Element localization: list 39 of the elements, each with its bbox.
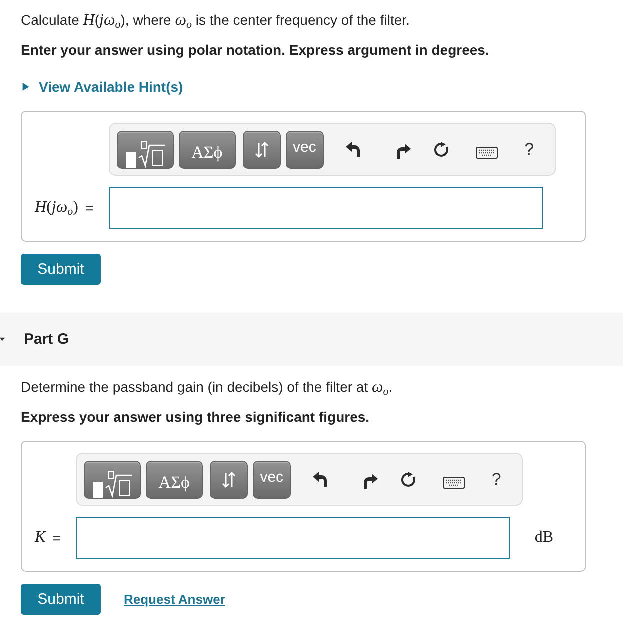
radical-template-icon: [92, 470, 133, 498]
undo-icon[interactable]: [312, 472, 329, 488]
symbols-button[interactable]: ΑΣϕ: [178, 130, 236, 168]
undo-icon[interactable]: [346, 142, 362, 158]
submit-button[interactable]: Submit: [21, 254, 101, 285]
up-down-arrows-icon: [254, 140, 270, 158]
arrows-button[interactable]: [210, 460, 248, 498]
vector-button[interactable]: vec: [252, 460, 291, 498]
radical-template-icon: [126, 140, 166, 168]
redo-icon[interactable]: [394, 144, 411, 160]
question-text: Calculate H(jω$_{o}$), where ω$_{o}$ is the center frequency of the filter.: [21, 11, 410, 31]
arrows-button[interactable]: [242, 130, 281, 168]
help-button[interactable]: ?: [524, 140, 534, 160]
keyboard-icon[interactable]: [476, 146, 498, 158]
answer-input[interactable]: [76, 517, 510, 559]
keyboard-icon[interactable]: [442, 476, 465, 488]
up-down-arrows-icon: [220, 470, 237, 488]
question-text: Determine the passband gain (in decibels) of the filter at ω$_{o}$.: [21, 378, 393, 398]
help-button[interactable]: ?: [492, 470, 502, 490]
redo-icon[interactable]: [362, 474, 378, 490]
reset-icon[interactable]: [400, 472, 417, 488]
equals-sign: =: [52, 530, 61, 546]
submit-button[interactable]: Submit: [21, 584, 101, 615]
symbols-button[interactable]: ΑΣϕ: [146, 460, 203, 498]
equation-label: K: [35, 529, 46, 547]
part-header-bar[interactable]: Part G: [0, 313, 623, 366]
equation-label: H(jω$_{o}$): [35, 199, 78, 217]
hint-link[interactable]: View Available Hint(s): [21, 77, 184, 97]
unit-label: dB: [534, 529, 555, 547]
instruction-text: Express your answer using three significant figures.: [21, 408, 370, 427]
request-answer-link[interactable]: Request Answer: [124, 592, 226, 607]
answer-input[interactable]: [108, 187, 543, 229]
reset-icon[interactable]: [434, 142, 450, 158]
vector-button[interactable]: vec: [286, 130, 324, 168]
instruction-text: Enter your answer using polar notation. Express argument in degrees.: [21, 41, 490, 60]
part-title: Part G: [24, 331, 70, 348]
template-button[interactable]: [116, 130, 174, 168]
equals-sign: =: [85, 200, 94, 216]
template-button[interactable]: [84, 460, 141, 498]
